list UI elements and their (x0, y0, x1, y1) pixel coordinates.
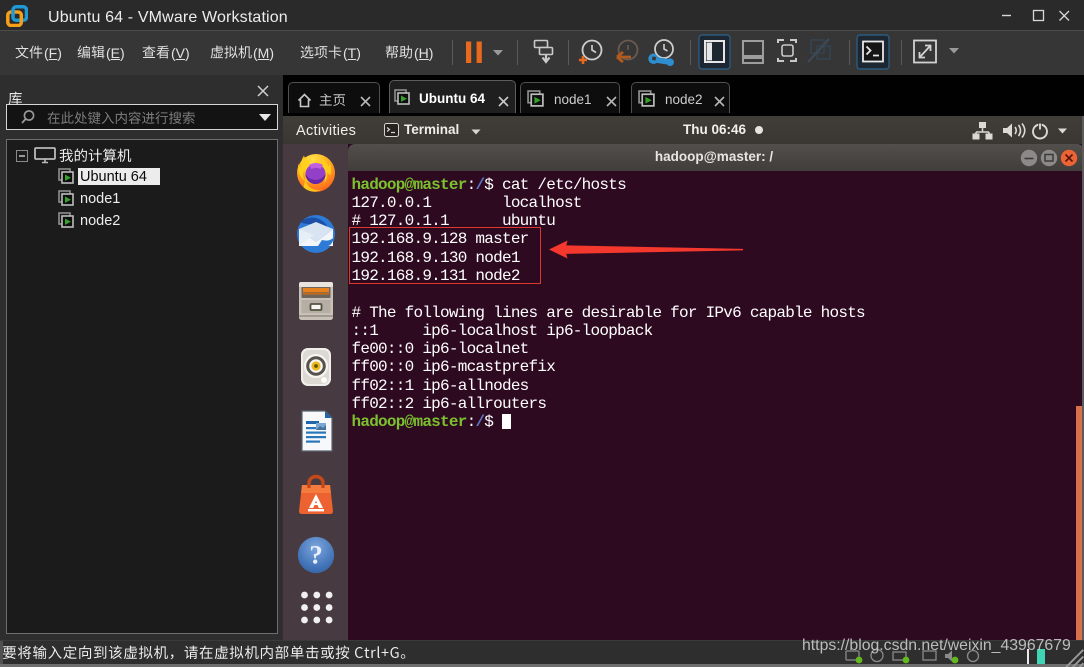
svg-text:?: ? (309, 540, 322, 570)
